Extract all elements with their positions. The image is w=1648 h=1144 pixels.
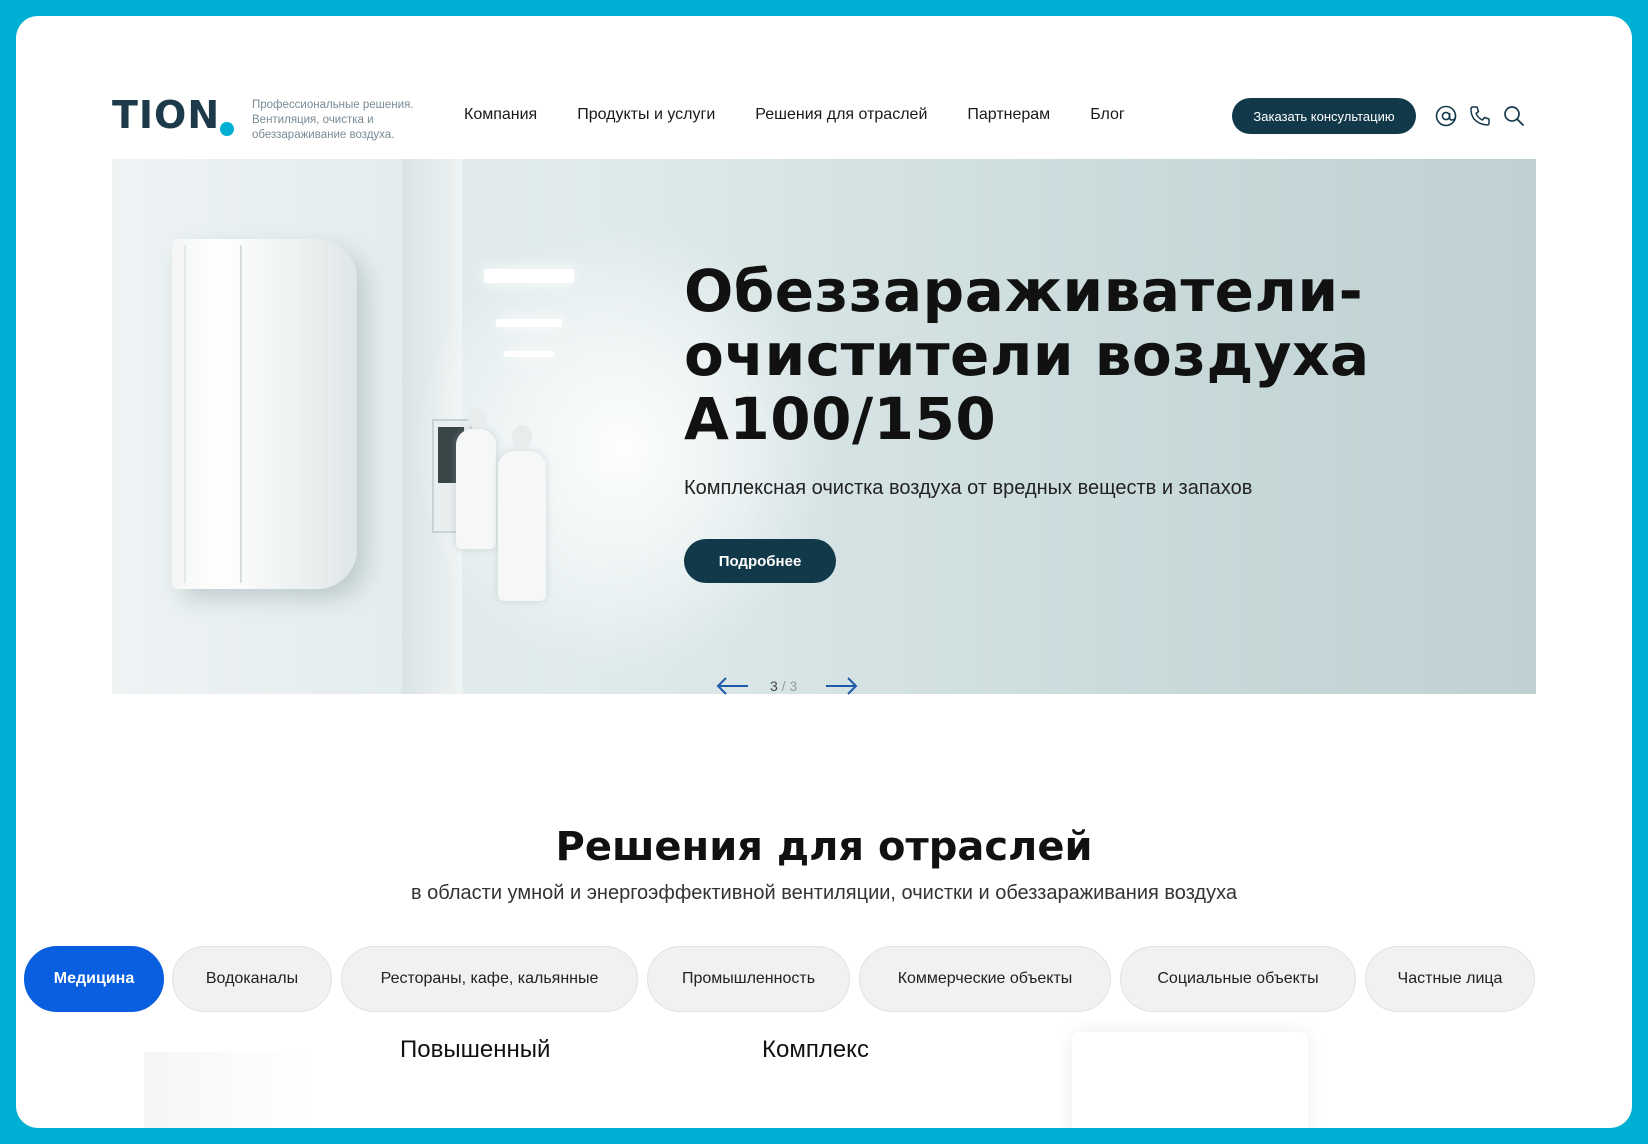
nav-item-blog[interactable]: Блог: [1090, 106, 1125, 124]
hero-image-person: [468, 407, 486, 429]
slider-pager: 3 / 3: [716, 672, 876, 702]
card-title: Комплекс: [762, 1036, 869, 1063]
section-title: Решения для отраслей: [555, 824, 1093, 870]
hero-subtitle: Комплексная очистка воздуха от вредных в…: [684, 477, 1253, 499]
tab-private[interactable]: Частные лица: [1365, 946, 1535, 1012]
tab-industry[interactable]: Промышленность: [647, 946, 850, 1012]
hero-title: Обеззараживатели- очистители воздуха А10…: [684, 257, 1370, 453]
search-icon[interactable]: [1502, 104, 1526, 128]
site-header: TION Профессиональные решения. Вентиляци…: [16, 76, 1632, 156]
air-purifier-device-image: [172, 239, 357, 589]
device-seam: [184, 245, 186, 583]
nav-item-company[interactable]: Компания: [464, 106, 537, 124]
slide-total: 3: [789, 678, 798, 694]
tab-commercial[interactable]: Коммерческие объекты: [859, 946, 1111, 1012]
device-seam: [240, 245, 242, 583]
tab-social[interactable]: Социальные объекты: [1120, 946, 1356, 1012]
card-panel: [1072, 1032, 1308, 1128]
phone-icon[interactable]: [1468, 104, 1492, 128]
order-consultation-button[interactable]: Заказать консультацию: [1232, 98, 1416, 134]
email-icon[interactable]: [1434, 104, 1458, 128]
section-subtitle: в области умной и энергоэффективной вент…: [411, 882, 1237, 904]
hero-image-ceiling-light: [496, 319, 562, 327]
hero-image-person: [456, 429, 496, 549]
page-frame: TION Профессиональные решения. Вентиляци…: [16, 16, 1632, 1128]
slide-current: 3: [770, 678, 778, 694]
logo-dot: [220, 122, 234, 136]
hero-image-person: [498, 451, 546, 601]
nav-item-partners[interactable]: Партнерам: [967, 106, 1050, 124]
slide-separator: /: [777, 678, 790, 694]
slide-counter: 3 / 3: [770, 678, 797, 694]
tab-water-utilities[interactable]: Водоканалы: [172, 946, 332, 1012]
tab-medicine[interactable]: Медицина: [24, 946, 164, 1012]
main-nav: Компания Продукты и услуги Решения для о…: [464, 106, 1165, 124]
tion-logo[interactable]: TION: [112, 96, 220, 134]
nav-item-industries[interactable]: Решения для отраслей: [755, 106, 927, 124]
hero-image-ceiling-light: [484, 269, 574, 283]
nav-item-products[interactable]: Продукты и услуги: [577, 106, 715, 124]
arrow-left-icon[interactable]: [716, 676, 750, 696]
hero-image-ceiling-light: [504, 351, 554, 357]
arrow-right-icon[interactable]: [824, 676, 858, 696]
hero-banner: Обеззараживатели- очистители воздуха А10…: [112, 159, 1536, 694]
hero-image-person: [512, 425, 532, 449]
hero-more-button[interactable]: Подробнее: [684, 539, 836, 583]
card-title: Повышенный: [400, 1036, 551, 1063]
brand-tagline: Профессиональные решения. Вентиляция, оч…: [252, 99, 414, 141]
tab-restaurants[interactable]: Рестораны, кафе, кальянные: [341, 946, 638, 1012]
card-image: [144, 1052, 314, 1128]
